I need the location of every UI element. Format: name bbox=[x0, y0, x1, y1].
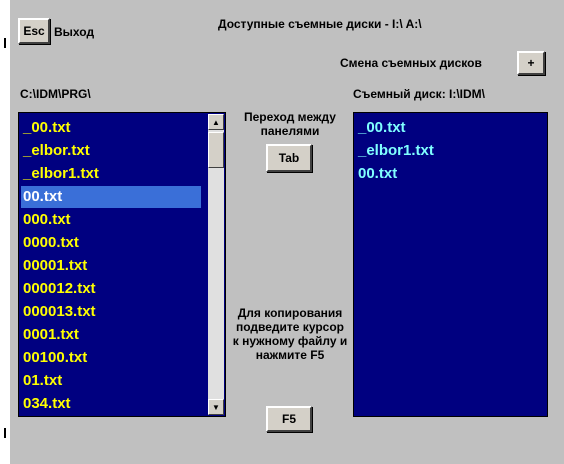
change-disks-button[interactable]: + bbox=[517, 51, 545, 75]
scroll-down-arrow-icon[interactable]: ▼ bbox=[208, 399, 224, 415]
left-file-item[interactable]: 0001.txt bbox=[21, 324, 201, 346]
file-copy-window: Esc Выход Доступные съемные диски - I:\ … bbox=[10, 0, 564, 464]
window-edge-mark bbox=[4, 38, 6, 48]
left-file-item[interactable]: 00.txt bbox=[21, 186, 201, 208]
right-file-item[interactable]: _elbor1.txt bbox=[356, 140, 434, 162]
left-file-item[interactable]: 00001.txt bbox=[21, 255, 201, 277]
left-scrollbar[interactable]: ▲ ▼ bbox=[208, 114, 224, 415]
right-file-item[interactable]: _00.txt bbox=[356, 117, 406, 139]
right-path-label: Съемный диск: I:\IDM\ bbox=[353, 87, 486, 101]
copy-instruction-label: Для копирования подведите курсор к нужно… bbox=[232, 306, 348, 362]
window-edge-mark bbox=[4, 428, 6, 438]
change-disks-label: Смена съемных дисков bbox=[340, 56, 482, 70]
left-file-item[interactable]: _00.txt bbox=[21, 117, 201, 139]
left-file-item[interactable]: _elbor.txt bbox=[21, 140, 201, 162]
left-file-item[interactable]: 000.txt bbox=[21, 209, 201, 231]
left-file-panel[interactable]: _00.txt _elbor.txt _elbor1.txt 00.txt 000.tx… bbox=[18, 112, 226, 417]
left-file-item[interactable]: 00100.txt bbox=[21, 347, 201, 369]
left-file-item[interactable]: 0000.txt bbox=[21, 232, 201, 254]
scrollbar-thumb[interactable] bbox=[208, 132, 224, 168]
left-file-item[interactable]: 000013.txt bbox=[21, 301, 201, 323]
left-file-item[interactable]: 000012.txt bbox=[21, 278, 201, 300]
available-disks-label: Доступные съемные диски - I:\ A:\ bbox=[218, 17, 422, 31]
f5-copy-button[interactable]: F5 bbox=[266, 406, 312, 432]
esc-button[interactable]: Esc bbox=[18, 18, 50, 44]
panel-switch-label: Переход между панелями bbox=[244, 110, 336, 138]
scroll-up-arrow-icon[interactable]: ▲ bbox=[208, 114, 224, 130]
left-file-item[interactable]: 034.txt bbox=[21, 393, 201, 415]
exit-label: Выход bbox=[54, 25, 95, 39]
left-path-label: C:\IDM\PRG\ bbox=[20, 87, 91, 101]
tab-button[interactable]: Tab bbox=[266, 144, 312, 172]
left-file-item[interactable]: 01.txt bbox=[21, 370, 201, 392]
left-file-item[interactable]: _elbor1.txt bbox=[21, 163, 201, 185]
right-file-panel[interactable]: _00.txt _elbor1.txt 00.txt bbox=[353, 112, 548, 417]
right-file-item[interactable]: 00.txt bbox=[356, 163, 397, 185]
